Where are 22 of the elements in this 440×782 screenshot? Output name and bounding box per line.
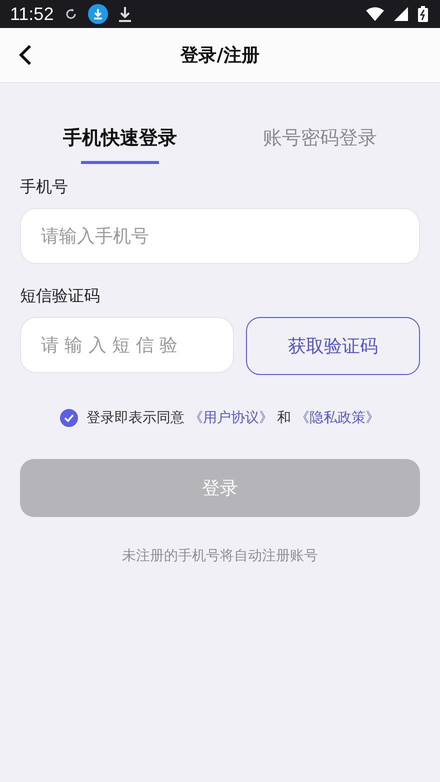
- agreement-text: 登录即表示同意 《用户协议》 和 《隐私政策》: [86, 409, 380, 427]
- back-icon[interactable]: [18, 44, 32, 66]
- sync-icon: [64, 7, 78, 21]
- status-time: 11:52: [10, 4, 54, 24]
- agree-checkbox[interactable]: [60, 409, 78, 427]
- battery-icon: [418, 6, 428, 22]
- field-label: 短信验证码: [20, 286, 101, 307]
- code-field[interactable]: 请 输 入 短 信 验: [20, 317, 234, 373]
- privacy-policy-link[interactable]: 《隐私政策》: [296, 410, 380, 426]
- login-tab[interactable]: 账号密码登录: [220, 125, 420, 171]
- signal-icon: [394, 7, 408, 21]
- phone-field[interactable]: 请输入手机号: [20, 208, 420, 264]
- user-agreement-link[interactable]: 《用户协议》: [188, 410, 273, 426]
- download-icon: [118, 6, 132, 22]
- auto-register-note: 未注册的手机号将自动注册账号: [121, 547, 319, 565]
- wifi-icon: [366, 7, 384, 21]
- check-icon: [64, 414, 74, 422]
- download-badge-icon: [88, 4, 108, 24]
- login-tab[interactable]: 手机快速登录: [20, 125, 220, 171]
- field-label: 手机号: [20, 177, 69, 198]
- page-title: 登录/注册: [180, 44, 260, 67]
- get-code-button[interactable]: 获取验证码: [246, 317, 420, 375]
